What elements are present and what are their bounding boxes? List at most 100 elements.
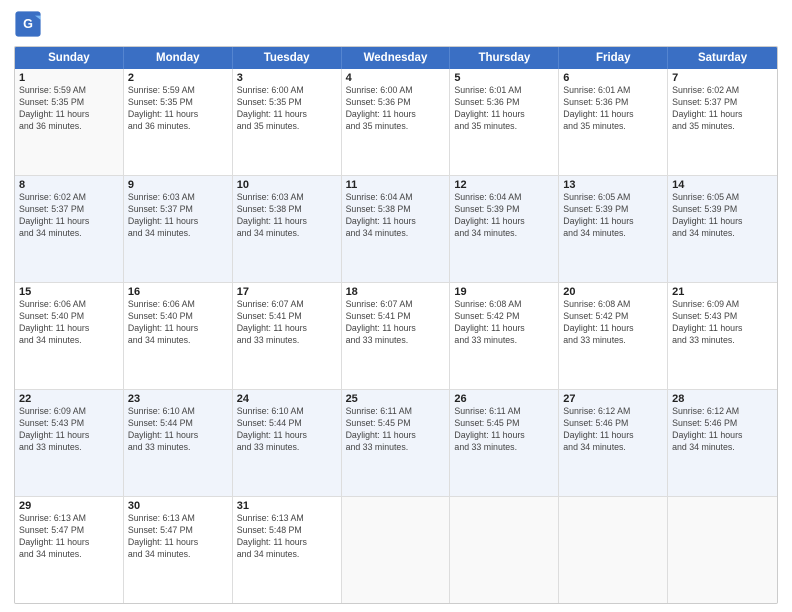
day-number: 25 (346, 393, 446, 405)
cal-cell: 28Sunrise: 6:12 AM Sunset: 5:46 PM Dayli… (668, 390, 777, 496)
day-info: Sunrise: 6:09 AM Sunset: 5:43 PM Dayligh… (19, 406, 119, 454)
cal-cell (342, 497, 451, 603)
day-number: 5 (454, 72, 554, 84)
cal-cell: 8Sunrise: 6:02 AM Sunset: 5:37 PM Daylig… (15, 176, 124, 282)
header-day-wednesday: Wednesday (342, 47, 451, 69)
cal-row-1: 1Sunrise: 5:59 AM Sunset: 5:35 PM Daylig… (15, 69, 777, 176)
day-info: Sunrise: 6:06 AM Sunset: 5:40 PM Dayligh… (128, 299, 228, 347)
day-info: Sunrise: 6:10 AM Sunset: 5:44 PM Dayligh… (237, 406, 337, 454)
cal-cell: 1Sunrise: 5:59 AM Sunset: 5:35 PM Daylig… (15, 69, 124, 175)
header-day-sunday: Sunday (15, 47, 124, 69)
day-info: Sunrise: 5:59 AM Sunset: 5:35 PM Dayligh… (19, 85, 119, 133)
day-info: Sunrise: 6:12 AM Sunset: 5:46 PM Dayligh… (563, 406, 663, 454)
day-number: 4 (346, 72, 446, 84)
day-number: 16 (128, 286, 228, 298)
day-number: 2 (128, 72, 228, 84)
cal-cell: 9Sunrise: 6:03 AM Sunset: 5:37 PM Daylig… (124, 176, 233, 282)
day-info: Sunrise: 6:02 AM Sunset: 5:37 PM Dayligh… (19, 192, 119, 240)
day-info: Sunrise: 6:11 AM Sunset: 5:45 PM Dayligh… (454, 406, 554, 454)
page: G SundayMondayTuesdayWednesdayThursdayFr… (0, 0, 792, 612)
day-number: 14 (672, 179, 773, 191)
cal-cell: 21Sunrise: 6:09 AM Sunset: 5:43 PM Dayli… (668, 283, 777, 389)
cal-cell: 11Sunrise: 6:04 AM Sunset: 5:38 PM Dayli… (342, 176, 451, 282)
cal-cell: 16Sunrise: 6:06 AM Sunset: 5:40 PM Dayli… (124, 283, 233, 389)
day-info: Sunrise: 6:08 AM Sunset: 5:42 PM Dayligh… (563, 299, 663, 347)
day-info: Sunrise: 6:09 AM Sunset: 5:43 PM Dayligh… (672, 299, 773, 347)
day-info: Sunrise: 6:00 AM Sunset: 5:35 PM Dayligh… (237, 85, 337, 133)
day-info: Sunrise: 6:01 AM Sunset: 5:36 PM Dayligh… (563, 85, 663, 133)
day-number: 19 (454, 286, 554, 298)
cal-cell: 23Sunrise: 6:10 AM Sunset: 5:44 PM Dayli… (124, 390, 233, 496)
cal-cell: 13Sunrise: 6:05 AM Sunset: 5:39 PM Dayli… (559, 176, 668, 282)
header-day-friday: Friday (559, 47, 668, 69)
day-number: 27 (563, 393, 663, 405)
calendar-header: SundayMondayTuesdayWednesdayThursdayFrid… (15, 47, 777, 69)
cal-cell: 20Sunrise: 6:08 AM Sunset: 5:42 PM Dayli… (559, 283, 668, 389)
cal-cell: 25Sunrise: 6:11 AM Sunset: 5:45 PM Dayli… (342, 390, 451, 496)
day-number: 6 (563, 72, 663, 84)
day-number: 28 (672, 393, 773, 405)
day-number: 24 (237, 393, 337, 405)
cal-cell: 4Sunrise: 6:00 AM Sunset: 5:36 PM Daylig… (342, 69, 451, 175)
cal-cell: 6Sunrise: 6:01 AM Sunset: 5:36 PM Daylig… (559, 69, 668, 175)
cal-cell: 14Sunrise: 6:05 AM Sunset: 5:39 PM Dayli… (668, 176, 777, 282)
day-info: Sunrise: 6:07 AM Sunset: 5:41 PM Dayligh… (237, 299, 337, 347)
day-number: 12 (454, 179, 554, 191)
day-number: 31 (237, 500, 337, 512)
day-number: 13 (563, 179, 663, 191)
cal-cell: 29Sunrise: 6:13 AM Sunset: 5:47 PM Dayli… (15, 497, 124, 603)
day-info: Sunrise: 6:03 AM Sunset: 5:37 PM Dayligh… (128, 192, 228, 240)
cal-cell: 7Sunrise: 6:02 AM Sunset: 5:37 PM Daylig… (668, 69, 777, 175)
header-day-thursday: Thursday (450, 47, 559, 69)
day-number: 22 (19, 393, 119, 405)
day-info: Sunrise: 6:13 AM Sunset: 5:48 PM Dayligh… (237, 513, 337, 561)
day-info: Sunrise: 6:07 AM Sunset: 5:41 PM Dayligh… (346, 299, 446, 347)
calendar-body: 1Sunrise: 5:59 AM Sunset: 5:35 PM Daylig… (15, 69, 777, 603)
header-day-tuesday: Tuesday (233, 47, 342, 69)
cal-cell: 2Sunrise: 5:59 AM Sunset: 5:35 PM Daylig… (124, 69, 233, 175)
day-number: 11 (346, 179, 446, 191)
day-number: 29 (19, 500, 119, 512)
day-number: 10 (237, 179, 337, 191)
day-info: Sunrise: 6:11 AM Sunset: 5:45 PM Dayligh… (346, 406, 446, 454)
cal-cell: 30Sunrise: 6:13 AM Sunset: 5:47 PM Dayli… (124, 497, 233, 603)
day-number: 8 (19, 179, 119, 191)
day-number: 17 (237, 286, 337, 298)
day-info: Sunrise: 6:08 AM Sunset: 5:42 PM Dayligh… (454, 299, 554, 347)
cal-cell: 17Sunrise: 6:07 AM Sunset: 5:41 PM Dayli… (233, 283, 342, 389)
cal-cell (450, 497, 559, 603)
cal-cell: 18Sunrise: 6:07 AM Sunset: 5:41 PM Dayli… (342, 283, 451, 389)
day-number: 23 (128, 393, 228, 405)
cal-row-3: 15Sunrise: 6:06 AM Sunset: 5:40 PM Dayli… (15, 283, 777, 390)
day-info: Sunrise: 6:02 AM Sunset: 5:37 PM Dayligh… (672, 85, 773, 133)
cal-cell: 24Sunrise: 6:10 AM Sunset: 5:44 PM Dayli… (233, 390, 342, 496)
day-info: Sunrise: 6:12 AM Sunset: 5:46 PM Dayligh… (672, 406, 773, 454)
cal-cell (559, 497, 668, 603)
day-info: Sunrise: 6:10 AM Sunset: 5:44 PM Dayligh… (128, 406, 228, 454)
day-info: Sunrise: 6:05 AM Sunset: 5:39 PM Dayligh… (563, 192, 663, 240)
day-info: Sunrise: 6:04 AM Sunset: 5:39 PM Dayligh… (454, 192, 554, 240)
header: G (14, 10, 778, 38)
cal-cell: 12Sunrise: 6:04 AM Sunset: 5:39 PM Dayli… (450, 176, 559, 282)
cal-cell: 26Sunrise: 6:11 AM Sunset: 5:45 PM Dayli… (450, 390, 559, 496)
cal-cell (668, 497, 777, 603)
day-number: 26 (454, 393, 554, 405)
cal-cell: 31Sunrise: 6:13 AM Sunset: 5:48 PM Dayli… (233, 497, 342, 603)
day-number: 20 (563, 286, 663, 298)
cal-cell: 27Sunrise: 6:12 AM Sunset: 5:46 PM Dayli… (559, 390, 668, 496)
cal-cell: 15Sunrise: 6:06 AM Sunset: 5:40 PM Dayli… (15, 283, 124, 389)
day-info: Sunrise: 6:04 AM Sunset: 5:38 PM Dayligh… (346, 192, 446, 240)
day-number: 15 (19, 286, 119, 298)
day-info: Sunrise: 6:06 AM Sunset: 5:40 PM Dayligh… (19, 299, 119, 347)
logo-icon: G (14, 10, 42, 38)
cal-cell: 5Sunrise: 6:01 AM Sunset: 5:36 PM Daylig… (450, 69, 559, 175)
header-day-monday: Monday (124, 47, 233, 69)
day-info: Sunrise: 6:03 AM Sunset: 5:38 PM Dayligh… (237, 192, 337, 240)
day-number: 21 (672, 286, 773, 298)
day-number: 18 (346, 286, 446, 298)
svg-text:G: G (23, 17, 33, 31)
day-info: Sunrise: 6:13 AM Sunset: 5:47 PM Dayligh… (19, 513, 119, 561)
cal-row-2: 8Sunrise: 6:02 AM Sunset: 5:37 PM Daylig… (15, 176, 777, 283)
day-number: 1 (19, 72, 119, 84)
cal-cell: 22Sunrise: 6:09 AM Sunset: 5:43 PM Dayli… (15, 390, 124, 496)
